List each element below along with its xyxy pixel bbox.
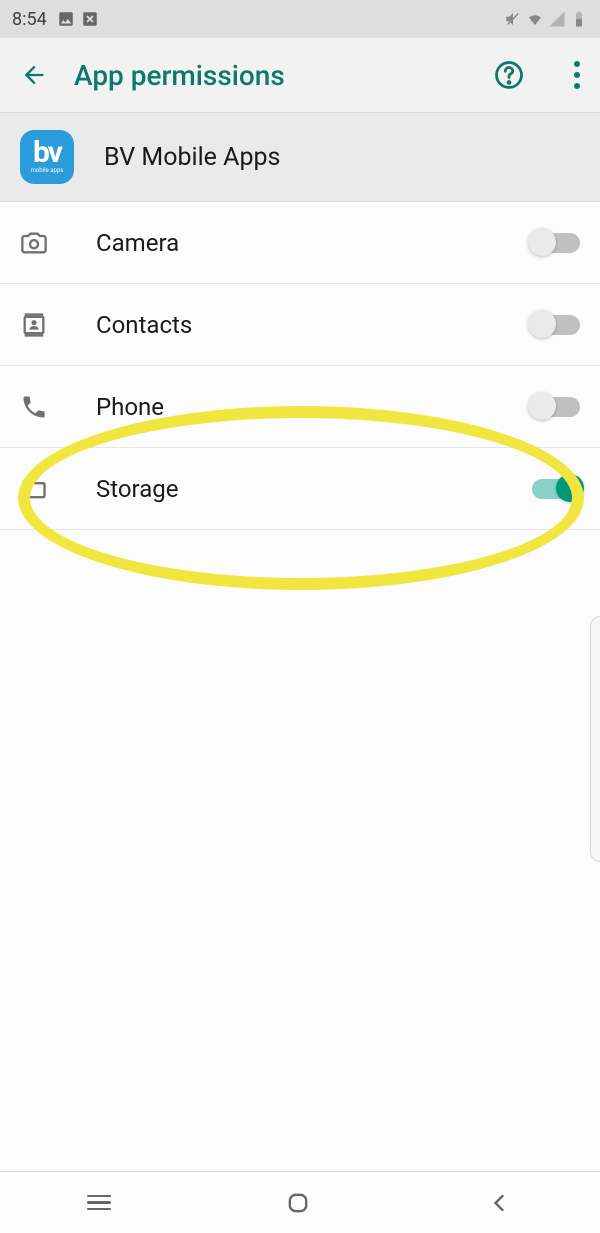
perm-row-phone[interactable]: Phone — [0, 366, 600, 448]
wifi-icon — [526, 10, 544, 28]
status-bar: 8:54 — [0, 0, 600, 38]
perm-label: Phone — [96, 393, 484, 421]
app-name: BV Mobile Apps — [104, 143, 280, 172]
status-time: 8:54 — [12, 9, 47, 30]
nav-home-button[interactable] — [284, 1189, 312, 1217]
toggle-camera[interactable] — [532, 233, 580, 253]
perm-row-storage[interactable]: Storage — [0, 448, 600, 530]
battery-icon — [570, 10, 588, 28]
back-icon[interactable] — [20, 61, 48, 89]
app-section-header: bv mobile apps BV Mobile Apps — [0, 112, 600, 202]
perm-label: Storage — [96, 475, 484, 503]
toggle-contacts[interactable] — [532, 315, 580, 335]
mute-icon — [504, 10, 522, 28]
nav-back-button[interactable] — [485, 1189, 513, 1217]
perm-label: Camera — [96, 229, 484, 257]
page-title: App permissions — [74, 59, 468, 92]
toggle-phone[interactable] — [532, 397, 580, 417]
perm-row-camera[interactable]: Camera — [0, 202, 600, 284]
nav-bar — [0, 1171, 600, 1233]
perm-row-contacts[interactable]: Contacts — [0, 284, 600, 366]
scroll-indicator[interactable] — [590, 616, 600, 862]
camera-icon — [20, 229, 48, 257]
contacts-icon — [20, 311, 48, 339]
close-notif-icon — [81, 10, 99, 28]
phone-icon — [20, 393, 48, 421]
permissions-list: Camera Contacts Phone Storage — [0, 202, 600, 530]
perm-label: Contacts — [96, 311, 484, 339]
more-icon[interactable] — [574, 61, 580, 89]
app-logo: bv mobile apps — [20, 130, 74, 184]
nav-recent-button[interactable] — [87, 1195, 111, 1211]
folder-icon — [20, 475, 48, 503]
signal-icon — [548, 10, 566, 28]
toggle-storage[interactable] — [532, 479, 580, 499]
help-icon[interactable] — [494, 60, 524, 90]
app-bar: App permissions — [0, 38, 600, 112]
image-notif-icon — [57, 10, 75, 28]
